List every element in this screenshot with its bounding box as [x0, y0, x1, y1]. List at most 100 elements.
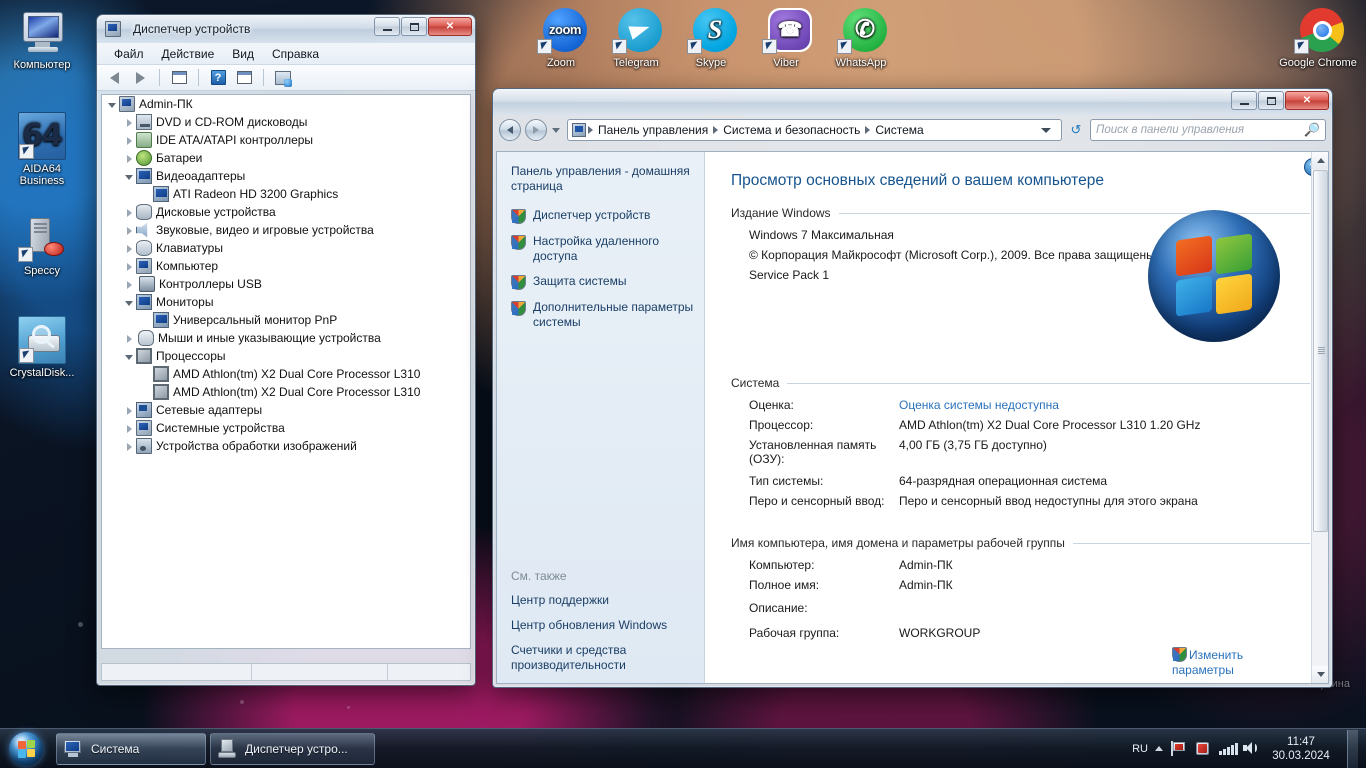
start-button[interactable] [0, 730, 52, 768]
desktop-icon-chrome[interactable]: Google Chrome [1272, 6, 1364, 69]
menu-file[interactable]: Файл [105, 45, 153, 63]
device-tree[interactable]: Admin-ПК DVD и CD-ROM дисководы IDE ATA/AT… [101, 94, 471, 649]
taskbar-button-device-manager[interactable]: Диспетчер устро... [210, 732, 375, 765]
tree-expander-icon[interactable] [123, 116, 136, 129]
sidebar-item-remote-settings[interactable]: Настройка удаленного доступа [511, 234, 694, 264]
minimize-button[interactable] [374, 17, 400, 36]
tree-item[interactable]: IDE ATA/ATAPI контроллеры [102, 131, 470, 149]
tree-item[interactable]: Сетевые адаптеры [102, 401, 470, 419]
see-also-label[interactable]: Центр обновления Windows [511, 618, 694, 632]
sidebar-item-label[interactable]: Настройка удаленного доступа [533, 234, 694, 264]
device-manager-titlebar[interactable]: Диспетчер устройств ✕ [97, 15, 475, 43]
tree-item[interactable]: Универсальный монитор PnP [102, 311, 470, 329]
tree-expander-icon[interactable] [123, 332, 136, 345]
tree-item[interactable]: Системные устройства [102, 419, 470, 437]
menu-help[interactable]: Справка [263, 45, 328, 63]
tree-item[interactable]: ATI Radeon HD 3200 Graphics [102, 185, 470, 203]
device-manager-window[interactable]: Диспетчер устройств ✕ Файл Действие Вид … [96, 14, 476, 686]
tree-expander-icon[interactable] [123, 404, 136, 417]
desktop-icon-skype[interactable]: S Skype [669, 6, 753, 69]
breadcrumb-system[interactable]: Система [870, 123, 928, 137]
taskbar[interactable]: Система Диспетчер устро... RU 11:47 30.0… [0, 728, 1366, 768]
minimize-button[interactable] [1231, 91, 1257, 110]
close-button[interactable]: ✕ [428, 17, 472, 36]
tree-item[interactable]: Дисковые устройства [102, 203, 470, 221]
see-also-label[interactable]: Центр поддержки [511, 593, 694, 607]
scan-hardware-button[interactable] [272, 67, 294, 88]
vertical-scrollbar[interactable] [1311, 152, 1328, 683]
clock[interactable]: 11:47 30.03.2024 [1266, 735, 1336, 763]
recent-pages-dropdown-icon[interactable] [552, 127, 560, 133]
desktop-icon-viber[interactable]: ☎ Viber [744, 6, 828, 69]
properties-button[interactable] [168, 67, 190, 88]
tree-item[interactable]: AMD Athlon(tm) X2 Dual Core Processor L3… [102, 365, 470, 383]
address-bar[interactable]: Панель управления Система и безопасность… [567, 119, 1062, 141]
tree-item[interactable]: DVD и CD-ROM дисководы [102, 113, 470, 131]
show-hidden-icons-icon[interactable] [1155, 746, 1163, 751]
tree-expander-icon[interactable] [123, 278, 136, 291]
tree-expander-icon[interactable] [123, 206, 136, 219]
tree-item[interactable]: Батареи [102, 149, 470, 167]
device-manager-toolbar[interactable]: ? [97, 65, 475, 91]
desktop-icon-whatsapp[interactable]: ✆ WhatsApp [819, 6, 903, 69]
sidebar-item-label[interactable]: Диспетчер устройств [533, 208, 650, 223]
desktop-icon-zoom[interactable]: zoom Zoom [519, 6, 603, 69]
sidebar-item-advanced-settings[interactable]: Дополнительные параметры системы [511, 300, 694, 330]
sidebar-item-label[interactable]: Дополнительные параметры системы [533, 300, 694, 330]
show-hidden-button[interactable] [233, 67, 255, 88]
close-button[interactable]: ✕ [1285, 91, 1329, 110]
tree-expander-icon[interactable] [123, 440, 136, 453]
sidebar-item-system-protection[interactable]: Защита системы [511, 274, 694, 290]
sidebar-item-label[interactable]: Защита системы [533, 274, 626, 289]
desktop-icon-computer[interactable]: Компьютер [0, 8, 84, 71]
system-window-controls[interactable]: ✕ [1230, 91, 1329, 110]
security-flag-icon[interactable] [1170, 740, 1187, 757]
tree-expander-icon[interactable] [106, 98, 119, 111]
rating-link[interactable]: Оценка системы недоступна [899, 398, 1059, 412]
tree-expander-icon[interactable] [123, 260, 136, 273]
tree-item[interactable]: AMD Athlon(tm) X2 Dual Core Processor L3… [102, 383, 470, 401]
desktop-icon-crystaldiskinfo[interactable]: CrystalDisk... [0, 316, 84, 379]
tree-expander-icon[interactable] [123, 296, 136, 309]
back-button[interactable] [103, 67, 125, 88]
maximize-button[interactable] [1258, 91, 1284, 110]
address-dropdown-icon[interactable] [1041, 127, 1051, 133]
tree-item[interactable]: Клавиатуры [102, 239, 470, 257]
system-tray[interactable]: RU 11:47 30.03.2024 [1132, 729, 1366, 768]
tree-item[interactable]: Процессоры [102, 347, 470, 365]
menu-view[interactable]: Вид [223, 45, 263, 63]
desktop-icon-aida64[interactable]: 64 AIDA64 Business [0, 112, 84, 187]
search-box[interactable]: Поиск в панели управления 🔍 [1090, 119, 1326, 141]
refresh-icon[interactable]: ↺ [1066, 120, 1086, 140]
maximize-button[interactable] [401, 17, 427, 36]
system-control-panel-window[interactable]: ✕ Панель управления Система и безопаснос… [492, 88, 1333, 688]
forward-button[interactable] [129, 67, 151, 88]
explorer-navigation-bar[interactable]: Панель управления Система и безопасность… [493, 115, 1332, 145]
volume-icon[interactable] [1242, 740, 1259, 757]
sidebar-home-link[interactable]: Панель управления - домашняя страница [511, 164, 694, 194]
help-button[interactable]: ? [207, 67, 229, 88]
tree-expander-icon[interactable] [123, 152, 136, 165]
tree-item[interactable]: Устройства обработки изображений [102, 437, 470, 455]
sidebar-home-label[interactable]: Панель управления - домашняя страница [511, 164, 694, 194]
breadcrumb-system-and-security[interactable]: Система и безопасность [718, 123, 865, 137]
scroll-up-button[interactable] [1312, 152, 1328, 169]
system-window-titlebar[interactable]: ✕ [493, 89, 1332, 115]
tree-expander-icon[interactable] [123, 170, 136, 183]
taskbar-button-system[interactable]: Система [56, 732, 206, 765]
desktop-icon-speccy[interactable]: Speccy [0, 214, 84, 277]
see-also-label[interactable]: Счетчики и средства производительности [511, 643, 694, 673]
tree-item[interactable]: Видеоадаптеры [102, 167, 470, 185]
tree-item[interactable]: Admin-ПК [102, 95, 470, 113]
tree-expander-icon[interactable] [123, 134, 136, 147]
tree-item[interactable]: Мыши и иные указывающие устройства [102, 329, 470, 347]
breadcrumb-control-panel[interactable]: Панель управления [593, 123, 713, 137]
search-icon[interactable]: 🔍 [1304, 122, 1320, 138]
tree-item[interactable]: Мониторы [102, 293, 470, 311]
device-manager-menubar[interactable]: Файл Действие Вид Справка [97, 43, 475, 65]
forward-button[interactable] [525, 119, 547, 141]
tree-item[interactable]: Контроллеры USB [102, 275, 470, 293]
tree-expander-icon[interactable] [123, 350, 136, 363]
see-also-item-support-center[interactable]: Центр поддержки [511, 593, 694, 607]
update-icon[interactable] [1194, 740, 1211, 757]
